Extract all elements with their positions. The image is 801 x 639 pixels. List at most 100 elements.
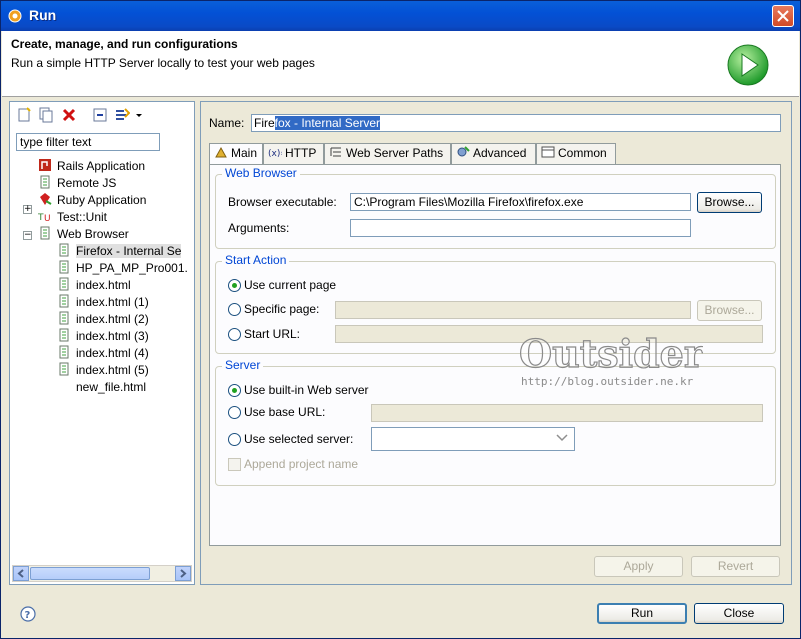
tree-item-hp-pa-mp[interactable]: HP_PA_MP_Pro001. — [57, 260, 188, 277]
name-input[interactable]: Firefox - Internal Server — [251, 114, 781, 132]
arguments-field[interactable] — [350, 219, 691, 237]
run-dialog: Run Create, manage, and run configuratio… — [0, 0, 801, 639]
start-url-label: Start URL: — [244, 327, 301, 341]
tree-item-index-html-1[interactable]: index.html (1) — [57, 294, 149, 311]
use-current-page-label: Use current page — [244, 278, 337, 292]
header-title: Create, manage, and run configurations — [11, 37, 238, 51]
outsider-watermark: Outsider http://blog.outsider.ne.kr — [518, 330, 703, 388]
close-window-button[interactable] — [772, 5, 794, 27]
watermark-logo: Outsider — [519, 331, 703, 376]
svg-text:?: ? — [25, 610, 31, 621]
filter-icon[interactable] — [114, 107, 130, 123]
server-select[interactable] — [371, 427, 575, 451]
tree-item-ruby-application[interactable]: Ruby Application — [38, 192, 146, 209]
revert-button[interactable]: Revert — [691, 556, 780, 577]
main-tab-icon — [215, 146, 227, 158]
http-icon: (x)= — [268, 149, 282, 159]
radio-start-url[interactable] — [228, 328, 241, 341]
tree-item-index-html[interactable]: index.html — [57, 277, 131, 294]
browse-page-button[interactable]: Browse... — [697, 300, 762, 321]
svg-text:U: U — [44, 214, 51, 223]
group-title-start-action: Start Action — [222, 253, 290, 267]
radio-use-selected-server[interactable] — [228, 433, 241, 446]
tab-advanced[interactable]: Advanced — [451, 143, 536, 164]
scroll-right-button[interactable] — [175, 566, 191, 581]
watermark-url: http://blog.outsider.ne.kr — [521, 375, 694, 388]
chevron-right-icon — [180, 569, 187, 578]
tree-item-new-file-html[interactable]: new_file.html — [57, 379, 146, 396]
help-icon[interactable]: ? — [20, 606, 36, 622]
document-icon — [59, 243, 69, 257]
document-icon — [59, 311, 69, 325]
document-icon — [59, 294, 69, 308]
name-label: Name: — [209, 116, 245, 130]
chevron-left-icon — [17, 569, 24, 578]
apply-button[interactable]: Apply — [594, 556, 683, 577]
collapse-toggle-web-browser[interactable]: − — [23, 231, 32, 240]
delete-icon[interactable] — [61, 107, 77, 123]
scroll-left-button[interactable] — [13, 566, 29, 581]
test-unit-icon: TU — [38, 213, 51, 223]
tab-common[interactable]: Common — [536, 143, 616, 164]
tab-main[interactable]: Main — [209, 143, 263, 165]
run-banner-icon — [727, 44, 769, 86]
tab-http[interactable]: (x)=HTTP — [263, 143, 324, 164]
common-icon — [541, 146, 555, 158]
svg-text:(x)=: (x)= — [268, 149, 282, 159]
collapse-all-icon[interactable] — [92, 107, 108, 123]
tree-item-test-unit[interactable]: T U Test::Unit — [38, 209, 107, 226]
browse-button[interactable]: Browse... — [697, 192, 762, 213]
document-icon — [59, 328, 69, 342]
new-config-icon[interactable] — [16, 107, 32, 123]
tree-item-web-browser[interactable]: Web Browser — [38, 226, 129, 243]
base-url-field[interactable] — [371, 404, 763, 422]
horizontal-scrollbar[interactable] — [12, 565, 192, 582]
configuration-tree-pane: Rails Application Remote JS + Ruby Appli… — [9, 101, 195, 585]
tab-web-server-paths[interactable]: Web Server Paths — [324, 143, 451, 164]
document-icon — [59, 362, 69, 376]
chevron-down-icon[interactable] — [134, 107, 144, 123]
title-bar[interactable]: Run — [1, 1, 800, 31]
filter-input[interactable] — [16, 133, 160, 151]
rails-icon — [39, 159, 51, 171]
tree-item-index-html-3[interactable]: index.html (3) — [57, 328, 149, 345]
tree-item-index-html-5[interactable]: index.html (5) — [57, 362, 149, 379]
use-base-url-label: Use base URL: — [244, 405, 326, 419]
browser-executable-field[interactable]: C:\Program Files\Mozilla Firefox\firefox… — [350, 193, 691, 211]
run-button[interactable]: Run — [597, 603, 687, 624]
tree-item-index-html-2[interactable]: index.html (2) — [57, 311, 149, 328]
close-button[interactable]: Close — [694, 603, 784, 624]
document-icon — [40, 226, 50, 240]
specific-page-field[interactable] — [335, 301, 691, 319]
specific-page-label: Specific page: — [244, 302, 320, 316]
browser-executable-label: Browser executable: — [228, 195, 337, 209]
radio-use-builtin-server[interactable] — [228, 384, 241, 397]
web-browser-group: Web Browser Browser executable: C:\Progr… — [215, 166, 776, 249]
use-builtin-server-label: Use built-in Web server — [244, 383, 369, 397]
scroll-thumb[interactable] — [30, 567, 150, 580]
tree-item-rails-application[interactable]: Rails Application — [38, 158, 145, 175]
expand-toggle-ruby[interactable]: + — [23, 205, 32, 214]
chevron-down-icon — [556, 434, 568, 442]
tree-item-index-html-4[interactable]: index.html (4) — [57, 345, 149, 362]
advanced-icon — [457, 146, 470, 157]
group-title-web-browser: Web Browser — [222, 166, 300, 180]
duplicate-icon[interactable] — [38, 107, 54, 123]
radio-use-current-page[interactable] — [228, 279, 241, 292]
append-project-name-label: Append project name — [244, 457, 359, 471]
configuration-editor: Name: Firefox - Internal Server Main (x)… — [200, 101, 792, 585]
arguments-label: Arguments: — [228, 221, 290, 235]
gear-icon — [8, 9, 22, 23]
document-icon — [59, 277, 69, 291]
radio-specific-page[interactable] — [228, 303, 241, 316]
radio-use-base-url[interactable] — [228, 406, 241, 419]
append-project-name-checkbox[interactable] — [228, 458, 241, 471]
paths-icon — [330, 147, 341, 157]
window-title: Run — [29, 7, 57, 23]
close-icon — [777, 10, 789, 22]
ruby-icon — [40, 193, 52, 205]
header-subtitle: Run a simple HTTP Server locally to test… — [11, 56, 315, 70]
tree-item-remote-js[interactable]: Remote JS — [38, 175, 116, 192]
tree-item-firefox-internal[interactable]: Firefox - Internal Se — [57, 243, 182, 260]
dialog-header: Create, manage, and run configurations R… — [2, 31, 799, 97]
